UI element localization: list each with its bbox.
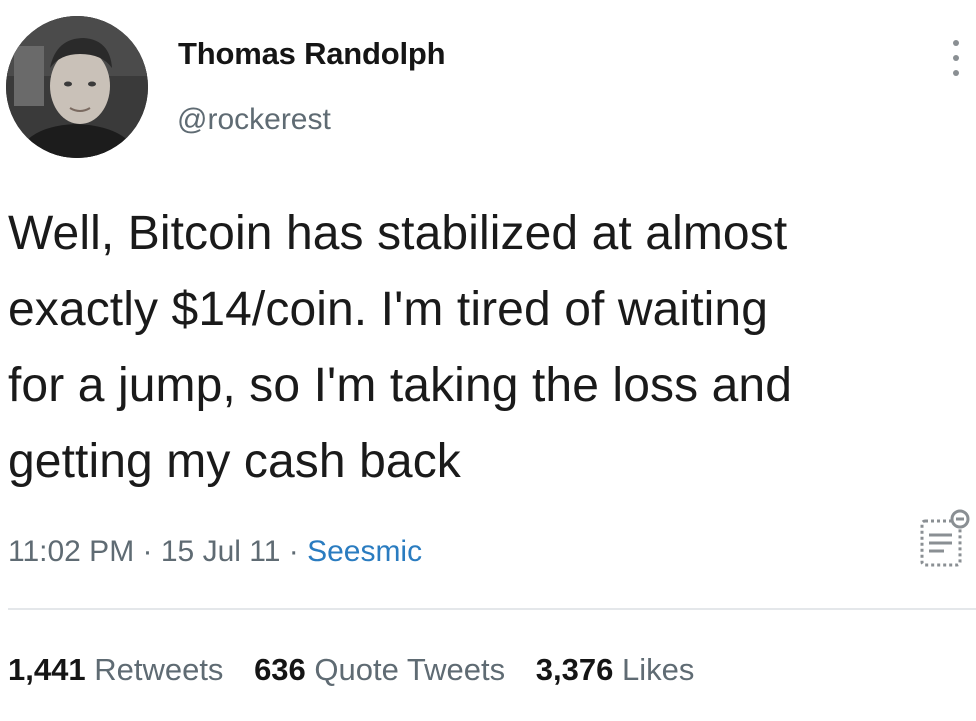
retweets-stat[interactable]: 1,441 Retweets xyxy=(8,652,223,687)
dot xyxy=(953,70,959,76)
retweets-label: Retweets xyxy=(94,652,224,687)
quote-tweets-stat[interactable]: 636 Quote Tweets xyxy=(254,652,505,687)
tweet-date[interactable]: 15 Jul 11 xyxy=(161,535,281,568)
tweet-stats: 1,441 Retweets 636 Quote Tweets 3,376 Li… xyxy=(8,652,716,688)
display-name[interactable]: Thomas Randolph xyxy=(178,36,446,72)
likes-count: 3,376 xyxy=(535,652,614,687)
likes-stat[interactable]: 3,376 Likes xyxy=(536,652,695,687)
analytics-icon[interactable] xyxy=(918,505,970,569)
retweets-count: 1,441 xyxy=(8,652,86,687)
more-vertical-icon[interactable] xyxy=(946,40,966,76)
meta-separator: · xyxy=(280,535,308,568)
user-handle[interactable]: @rockerest xyxy=(177,103,331,137)
avatar[interactable] xyxy=(6,16,148,158)
tweet-text: Well, Bitcoin has stabilized at almost e… xyxy=(8,207,793,488)
dot xyxy=(953,55,959,61)
avatar-photo xyxy=(6,16,148,158)
likes-label: Likes xyxy=(621,652,695,687)
meta-separator: · xyxy=(134,535,161,568)
divider xyxy=(8,608,976,610)
tweet-source-link[interactable]: Seesmic xyxy=(307,535,422,568)
quote-tweets-count: 636 xyxy=(254,652,306,687)
dot xyxy=(953,40,959,46)
tweet-time[interactable]: 11:02 PM xyxy=(8,535,134,568)
tweet-meta: 11:02 PM · 15 Jul 11 · Seesmic xyxy=(8,535,422,569)
quote-tweets-label: Quote Tweets xyxy=(314,652,506,687)
